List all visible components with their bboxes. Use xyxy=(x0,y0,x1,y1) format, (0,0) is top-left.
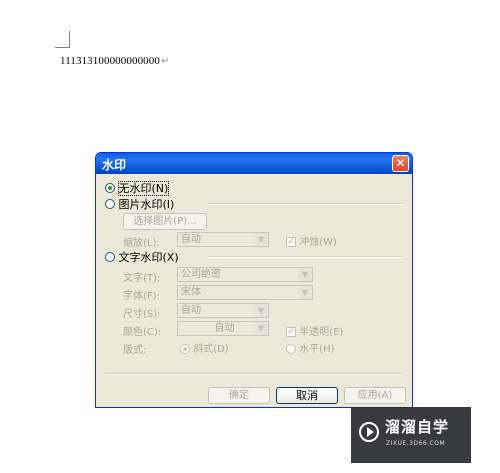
chevron-down-icon: ▼ xyxy=(298,268,312,281)
horizontal-label: 水平(H) xyxy=(299,344,335,355)
layout-label: 版式: xyxy=(123,345,147,356)
close-button[interactable]: ✕ xyxy=(392,155,409,172)
size-label: 尺寸(S): xyxy=(123,309,161,320)
text-value: 公司绝密 xyxy=(181,269,221,280)
site-watermark: 溜溜自学 ZIXUE.3D66.COM xyxy=(351,407,471,463)
no-watermark-label: 无水印(N) xyxy=(117,181,170,196)
no-watermark-radio[interactable] xyxy=(105,183,115,193)
washout-option[interactable]: ✓ 冲蚀(W) xyxy=(286,233,337,248)
horizontal-radio[interactable] xyxy=(286,344,296,354)
document-text-line[interactable]: 111313100000000000↵ xyxy=(60,55,169,67)
washout-label: 冲蚀(W) xyxy=(299,237,337,248)
play-icon xyxy=(359,422,379,442)
text-select[interactable]: 公司绝密 ▼ xyxy=(177,267,313,282)
select-picture-button[interactable]: 选择图片(P)... xyxy=(123,213,207,230)
ok-button[interactable]: 确定 xyxy=(208,387,270,404)
no-watermark-option[interactable]: 无水印(N) xyxy=(105,180,170,196)
horizontal-option[interactable]: 水平(H) xyxy=(286,340,335,355)
diagonal-radio[interactable] xyxy=(180,344,190,354)
semitransparent-option[interactable]: ✓ 半透明(E) xyxy=(286,323,343,338)
picture-section-divider xyxy=(208,203,403,205)
diagonal-label: 斜式(D) xyxy=(193,344,229,355)
picture-watermark-label: 图片水印(I) xyxy=(118,198,175,211)
size-select[interactable]: 自动 ▼ xyxy=(177,303,269,318)
text-watermark-option[interactable]: 文字水印(X) xyxy=(105,249,179,265)
buttons-divider xyxy=(105,373,403,375)
font-select[interactable]: 宋体 ▼ xyxy=(177,285,313,300)
paragraph-mark-icon: ↵ xyxy=(160,56,170,67)
scale-label: 缩放(L): xyxy=(123,238,160,249)
color-select[interactable]: 自动 ▼ xyxy=(177,321,269,336)
scale-select[interactable]: 自动 ▼ xyxy=(177,232,269,247)
dialog-title: 水印 xyxy=(102,158,127,172)
washout-checkbox[interactable]: ✓ xyxy=(286,237,296,247)
close-icon: ✕ xyxy=(395,156,406,170)
cancel-button[interactable]: 取消 xyxy=(276,387,338,404)
apply-button[interactable]: 应用(A) xyxy=(344,387,406,404)
font-label: 字体(F): xyxy=(123,291,160,302)
watermark-name: 溜溜自学 xyxy=(385,418,450,436)
watermark-dialog: 水印 ✕ 无水印(N) 图片水印(I) 选择图片(P)... 缩放(L): 自动… xyxy=(95,152,413,408)
picture-watermark-option[interactable]: 图片水印(I) xyxy=(105,196,174,212)
diagonal-option[interactable]: 斜式(D) xyxy=(180,340,229,355)
size-value: 自动 xyxy=(181,305,201,316)
picture-watermark-radio[interactable] xyxy=(105,199,115,209)
color-value: 自动 xyxy=(214,323,235,334)
scale-value: 自动 xyxy=(181,234,201,245)
text-section-divider xyxy=(208,256,403,258)
text-watermark-radio[interactable] xyxy=(105,252,115,262)
chevron-down-icon: ▼ xyxy=(254,304,268,317)
watermark-url: ZIXUE.3D66.COM xyxy=(386,440,446,447)
margin-corner-mark xyxy=(69,31,70,48)
document-text: 111313100000000000 xyxy=(60,55,160,67)
chevron-down-icon: ▼ xyxy=(254,233,268,246)
text-watermark-label: 文字水印(X) xyxy=(118,251,179,264)
color-label: 颜色(C): xyxy=(123,327,162,338)
semitransparent-label: 半透明(E) xyxy=(299,327,344,338)
semitransparent-checkbox[interactable]: ✓ xyxy=(286,327,296,337)
dialog-titlebar[interactable]: 水印 ✕ xyxy=(96,153,412,174)
chevron-down-icon: ▼ xyxy=(298,286,312,299)
chevron-down-icon: ▼ xyxy=(254,322,268,335)
margin-corner-mark-horizontal xyxy=(55,47,70,48)
font-value: 宋体 xyxy=(181,287,201,298)
text-label: 文字(T): xyxy=(123,273,161,284)
